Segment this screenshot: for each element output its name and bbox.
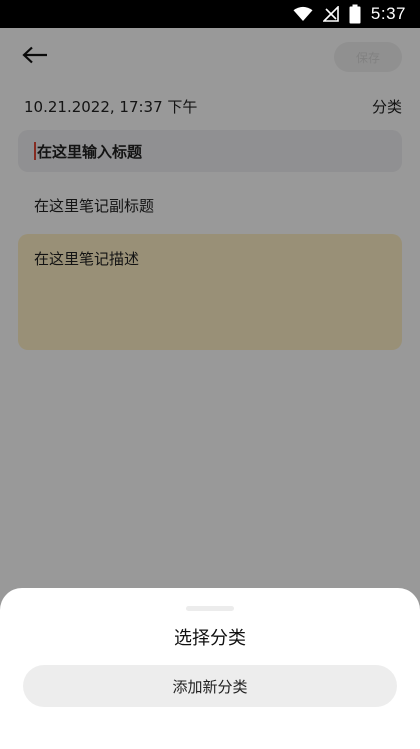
status-time: 5:37 xyxy=(370,4,406,23)
no-signal-icon xyxy=(322,6,339,22)
wifi-icon xyxy=(293,6,313,22)
sheet-title: 选择分类 xyxy=(174,628,246,649)
add-category-button[interactable]: 添加新分类 xyxy=(23,665,397,707)
battery-icon xyxy=(349,4,361,24)
screen: 5:37 保存 10.21.2022, 17:37 下午 分类 在这里输入标题 xyxy=(0,0,420,749)
sheet-drag-handle[interactable] xyxy=(186,606,234,611)
status-bar: 5:37 xyxy=(0,0,420,28)
category-bottom-sheet: 选择分类 添加新分类 xyxy=(0,588,420,749)
